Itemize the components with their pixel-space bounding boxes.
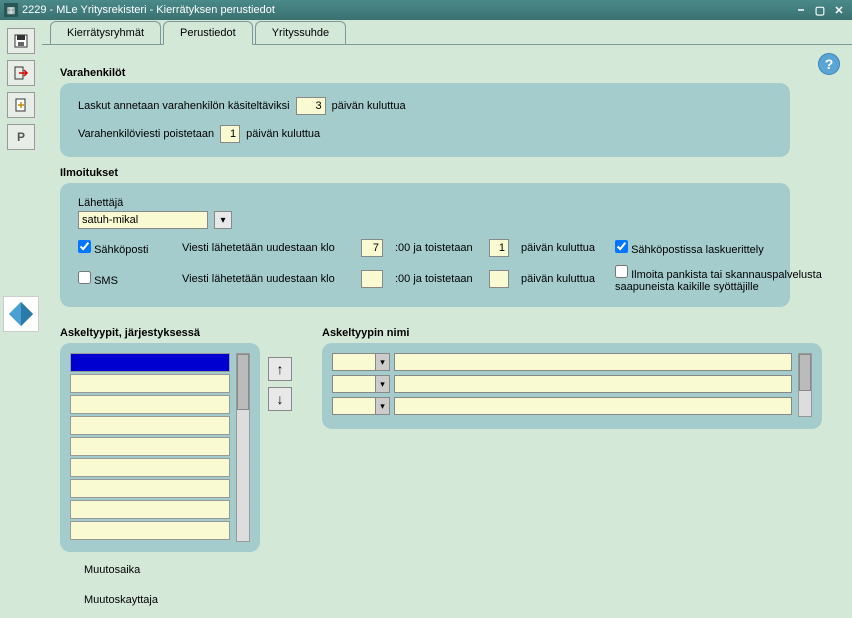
input-klo1[interactable] — [361, 239, 383, 257]
save-button[interactable] — [7, 28, 35, 54]
maximize-button[interactable]: ▢ — [811, 2, 829, 18]
label-toist1: :00 ja toistetaan — [395, 242, 485, 254]
minimize-button[interactable]: ⎯ — [792, 2, 810, 18]
list-item[interactable] — [70, 458, 230, 477]
label-muutosaika: Muutosaika — [84, 564, 292, 576]
label-erittely: Sähköpostissa laskuerittely — [631, 244, 764, 256]
input-poist-days[interactable] — [220, 125, 240, 143]
label-post1: päivän kuluttua — [521, 242, 611, 254]
label-viesti2: Viesti lähetetään uudestaan klo — [182, 273, 357, 285]
label-laskut-post: päivän kuluttua — [332, 100, 406, 112]
new-button[interactable] — [7, 92, 35, 118]
input-toist2[interactable] — [489, 270, 509, 288]
label-poist-post: päivän kuluttua — [246, 128, 320, 140]
section-askeltyypin-nimi-label: Askeltyypin nimi — [322, 327, 834, 339]
left-toolbar: P — [0, 20, 42, 615]
window-title: 2229 - MLe Yritysrekisteri - Kierrätykse… — [22, 4, 791, 16]
checkbox-sms[interactable] — [78, 271, 91, 284]
label-toist2: :00 ja toistetaan — [395, 273, 485, 285]
lahettaja-dropdown-button[interactable]: ▾ — [214, 211, 232, 229]
input-klo2[interactable] — [361, 270, 383, 288]
list-item[interactable] — [70, 500, 230, 519]
list-item[interactable] — [70, 416, 230, 435]
label-viesti1: Viesti lähetetään uudestaan klo — [182, 242, 357, 254]
checkbox-ilmoita[interactable] — [615, 265, 628, 278]
input-laskut-days[interactable] — [296, 97, 326, 115]
close-button[interactable]: ✕ — [830, 2, 848, 18]
move-up-button[interactable]: ↑ — [268, 357, 292, 381]
name-row-field[interactable] — [394, 397, 792, 415]
titlebar: ▦ 2229 - MLe Yritysrekisteri - Kierrätyk… — [0, 0, 852, 20]
label-poist-pre: Varahenkilöviesti poistetaan — [78, 128, 214, 140]
tab-kierratysryhmat[interactable]: Kierrätysryhmät — [50, 21, 161, 45]
input-lahettaja[interactable] — [78, 211, 208, 229]
list-item[interactable] — [70, 353, 230, 372]
tab-bar: Kierrätysryhmät Perustiedot Yrityssuhde — [42, 20, 852, 44]
label-post2: päivän kuluttua — [521, 273, 611, 285]
section-varahenkilot-label: Varahenkilöt — [60, 67, 834, 79]
label-sahkoposti: Sähköposti — [94, 244, 148, 256]
list-item[interactable] — [70, 437, 230, 456]
name-row-dropdown[interactable]: ▾ — [332, 375, 390, 393]
label-muutoskayttaja: Muutoskayttaja — [84, 594, 292, 606]
app-logo-icon — [3, 296, 39, 332]
names-scrollbar[interactable] — [798, 353, 812, 417]
list-item[interactable] — [70, 395, 230, 414]
app-icon: ▦ — [4, 3, 18, 17]
label-lahettaja: Lähettäjä — [78, 197, 772, 209]
section-ilmoitukset-label: Ilmoitukset — [60, 167, 834, 179]
tab-perustiedot[interactable]: Perustiedot — [163, 21, 253, 45]
label-ilmoita: Ilmoita pankista tai skannauspalvelusta … — [615, 269, 822, 293]
askeltyypin-nimi-panel: ▾ ▾ ▾ — [322, 343, 822, 429]
move-down-button[interactable]: ↓ — [268, 387, 292, 411]
input-toist1[interactable] — [489, 239, 509, 257]
checkbox-sahkoposti[interactable] — [78, 240, 91, 253]
name-row-dropdown[interactable]: ▾ — [332, 353, 390, 371]
checkbox-erittely[interactable] — [615, 240, 628, 253]
askeltyypit-listbox — [60, 343, 260, 552]
list-scrollbar[interactable] — [236, 353, 250, 542]
name-row-field[interactable] — [394, 353, 792, 371]
name-row-field[interactable] — [394, 375, 792, 393]
p-button[interactable]: P — [7, 124, 35, 150]
panel-varahenkilot: Laskut annetaan varahenkilön käsiteltävi… — [60, 83, 790, 157]
exit-button[interactable] — [7, 60, 35, 86]
list-item[interactable] — [70, 374, 230, 393]
tab-yrityssuhde[interactable]: Yrityssuhde — [255, 21, 346, 45]
list-item[interactable] — [70, 521, 230, 540]
name-row-dropdown[interactable]: ▾ — [332, 397, 390, 415]
panel-ilmoitukset: Lähettäjä ▾ Sähköposti Viesti lähetetään… — [60, 183, 790, 307]
help-button[interactable]: ? — [818, 53, 840, 75]
label-sms: SMS — [94, 275, 118, 287]
section-askeltyypit-label: Askeltyypit, järjestyksessä — [60, 327, 292, 339]
list-item[interactable] — [70, 479, 230, 498]
label-laskut-pre: Laskut annetaan varahenkilön käsiteltävi… — [78, 100, 290, 112]
